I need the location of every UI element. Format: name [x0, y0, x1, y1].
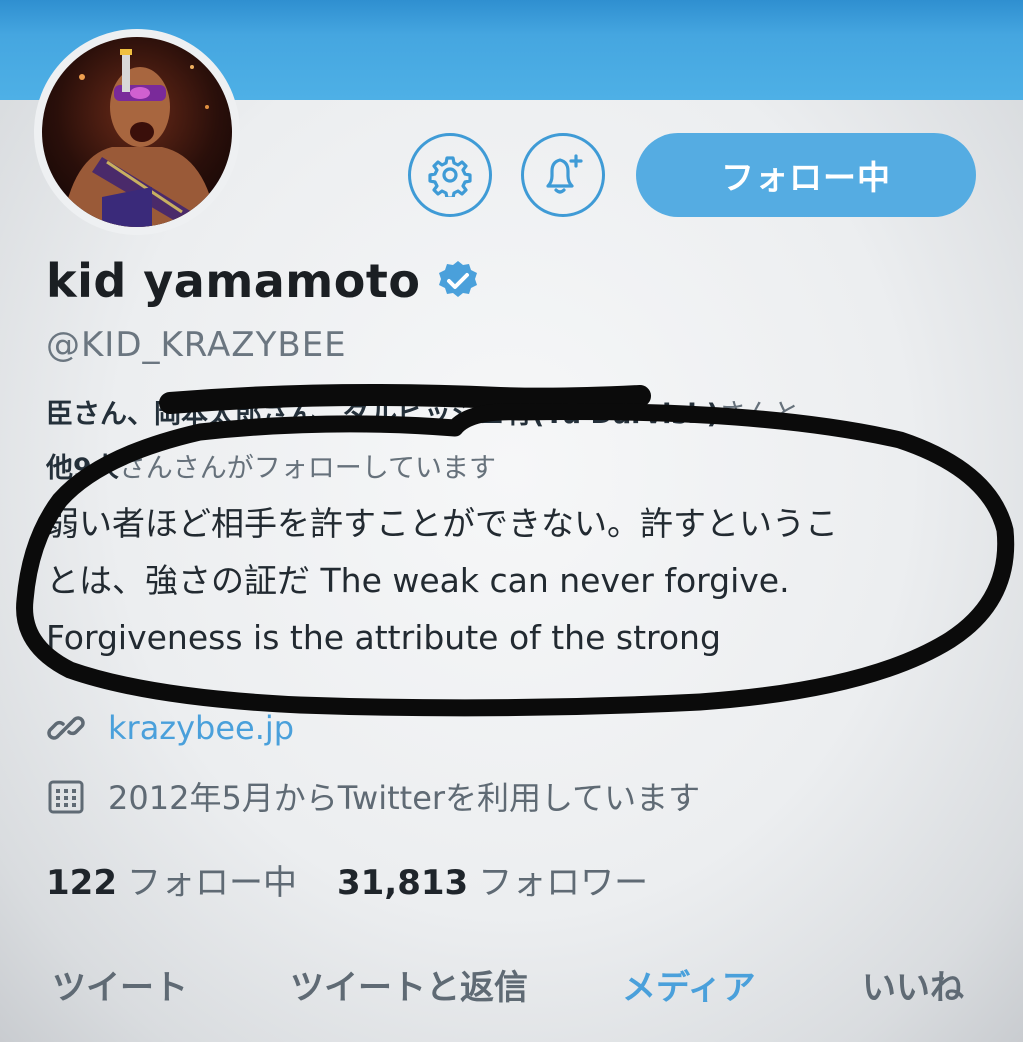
bell-plus-icon — [546, 154, 583, 194]
joined-row: 2012年5月からTwitterを利用しています — [46, 773, 700, 819]
settings-button[interactable] — [408, 133, 492, 217]
verified-badge-icon — [439, 261, 478, 297]
website-link[interactable]: krazybee.jp — [108, 709, 294, 747]
following-count: 122 — [46, 863, 117, 903]
website-row: krazybee.jp — [46, 708, 294, 748]
followed-by-name-1: 臣さん、 — [46, 399, 154, 430]
tab-tweets-and-replies[interactable]: ツイートと返信 — [290, 960, 528, 1009]
display-name: kid yamamoto — [46, 254, 421, 308]
followers-stat[interactable]: 31,813 フォロワー — [337, 855, 648, 904]
followed-by-others-count: 他9人 — [46, 453, 119, 484]
followed-by-text: さんさんがフォローしています — [118, 453, 496, 484]
followed-by-name-2: 岡本太郎さん、 — [154, 399, 343, 430]
followed-by-line-1[interactable]: 臣さん、岡本太郎さん、ダルビッシュ有(Yu Darvish)さんと — [46, 392, 986, 431]
tab-media[interactable]: メディア — [622, 960, 756, 1009]
following-stat[interactable]: 122 フォロー中 — [46, 855, 297, 904]
followed-by-suffix: さんと — [718, 399, 800, 430]
avatar-image — [42, 37, 232, 227]
bio-line: 弱い者ほど相手を許すことができない。許すというこ — [46, 504, 838, 543]
followed-by-line-2[interactable]: 他9人さんさんがフォローしています — [46, 446, 986, 485]
user-handle: @KID_KRAZYBEE — [46, 325, 347, 365]
profile-bio: 弱い者ほど相手を許すことができない。許すというこ とは、強さの証だ The we… — [46, 495, 976, 666]
following-button[interactable]: フォロー中 — [636, 133, 976, 217]
tab-likes[interactable]: いいね — [862, 960, 964, 1009]
gear-icon — [428, 156, 472, 197]
avatar[interactable] — [34, 29, 240, 235]
notification-bell-button[interactable] — [521, 133, 605, 217]
bio-line: Forgiveness is the attribute of the stro… — [46, 618, 721, 657]
profile-tabs: ツイート ツイートと返信 メディア いいね — [0, 960, 1023, 1016]
followed-by-name-3: ダルビッシュ有(Yu Darvish) — [343, 399, 719, 430]
profile-name-row: kid yamamoto — [46, 254, 480, 308]
link-icon — [47, 716, 85, 740]
following-label: フォロー中 — [126, 863, 297, 903]
joined-date: 2012年5月からTwitterを利用しています — [108, 779, 701, 817]
following-button-label: フォロー中 — [721, 158, 891, 197]
tab-tweets[interactable]: ツイート — [52, 960, 188, 1009]
followers-label: フォロワー — [478, 863, 649, 903]
follow-stats: 122 フォロー中 31,813 フォロワー — [46, 855, 648, 904]
bio-line: とは、強さの証だ The weak can never forgive. — [46, 561, 790, 600]
calendar-icon — [48, 780, 84, 814]
followers-count: 31,813 — [336, 863, 469, 903]
